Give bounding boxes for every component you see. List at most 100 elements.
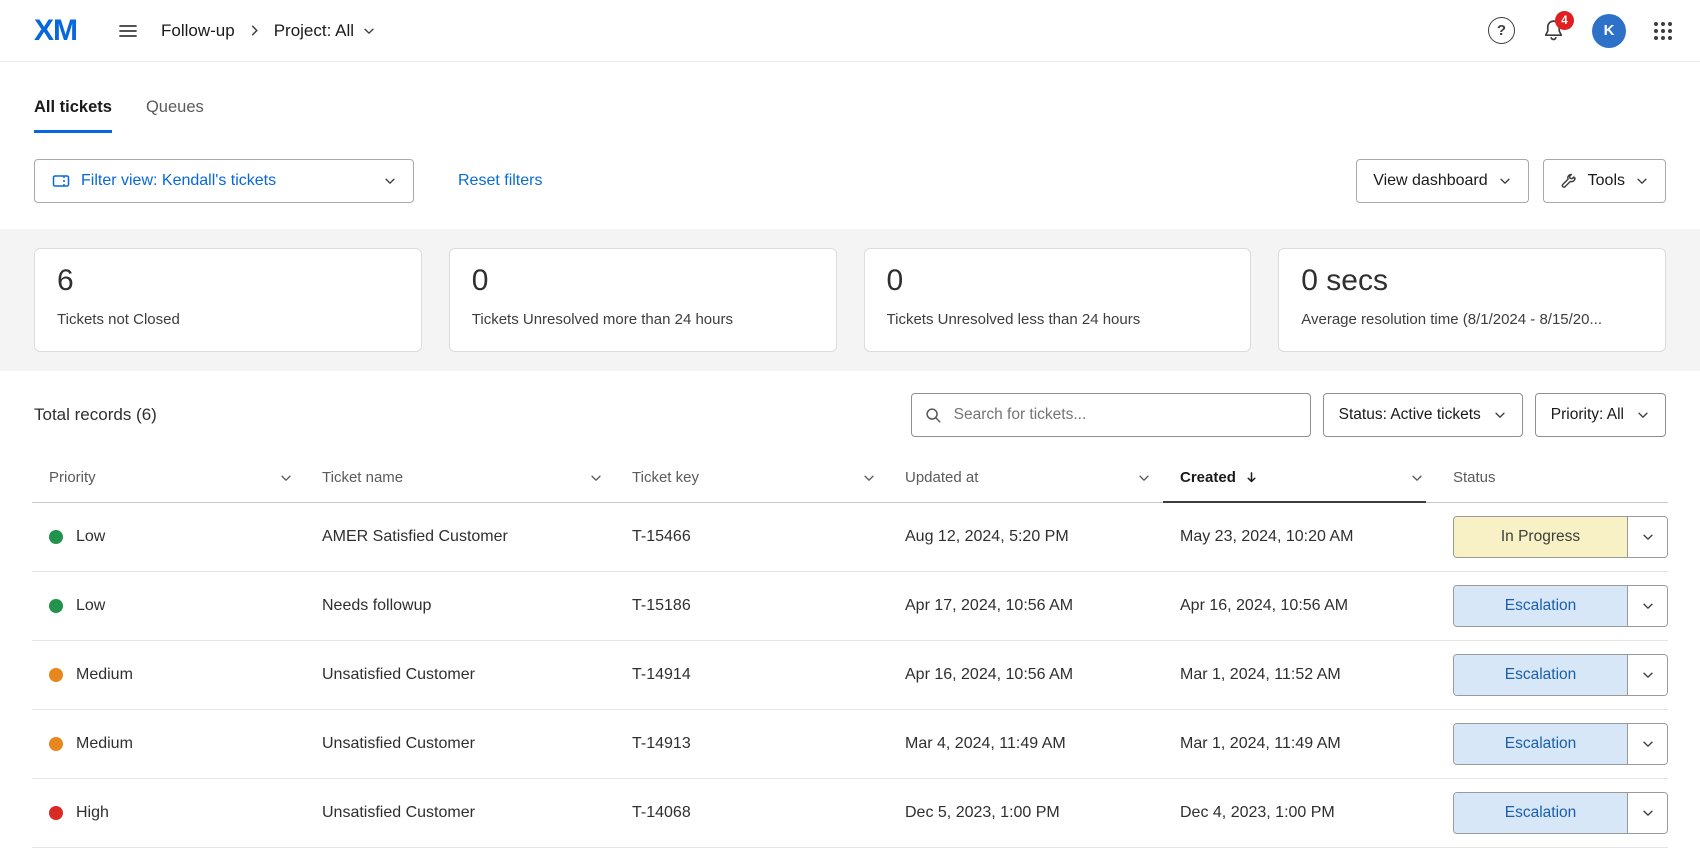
status-dropdown[interactable]: Escalation — [1453, 792, 1668, 834]
column-label: Priority — [49, 469, 96, 486]
stat-label: Tickets Unresolved more than 24 hours — [472, 311, 814, 328]
chevron-down-icon — [1636, 408, 1650, 422]
grid-icon — [1652, 20, 1674, 42]
ticket-name-cell: AMER Satisfied Customer — [305, 528, 615, 546]
updated-at-cell: Apr 16, 2024, 10:56 AM — [888, 666, 1163, 684]
notification-badge: 4 — [1555, 11, 1574, 30]
chevron-down-icon[interactable] — [1627, 793, 1667, 833]
table-row[interactable]: Medium Unsatisfied Customer T-14913 Mar … — [32, 710, 1668, 779]
column-header-priority[interactable]: Priority — [32, 453, 305, 502]
ticket-name-cell: Unsatisfied Customer — [305, 735, 615, 753]
hamburger-menu-icon[interactable] — [111, 14, 145, 48]
status-badge: Escalation — [1454, 655, 1627, 695]
ticket-key-cell: T-15466 — [615, 528, 888, 546]
created-cell: Apr 16, 2024, 10:56 AM — [1163, 597, 1436, 615]
updated-at-cell: Aug 12, 2024, 5:20 PM — [888, 528, 1163, 546]
status-badge: Escalation — [1454, 793, 1627, 833]
status-dropdown[interactable]: Escalation — [1453, 654, 1668, 696]
chevron-down-icon[interactable] — [1410, 471, 1424, 485]
table-row[interactable]: Medium Unsatisfied Customer T-14914 Apr … — [32, 641, 1668, 710]
stat-value: 0 — [472, 264, 814, 298]
help-button[interactable]: ? — [1488, 17, 1515, 44]
tab-queues[interactable]: Queues — [146, 98, 204, 133]
status-cell: Escalation — [1436, 585, 1668, 627]
notifications-button[interactable]: 4 — [1541, 18, 1566, 43]
tab-all-tickets[interactable]: All tickets — [34, 98, 112, 133]
chevron-down-icon[interactable] — [589, 471, 603, 485]
search-input[interactable] — [911, 393, 1311, 437]
chevron-down-icon[interactable] — [1627, 724, 1667, 764]
column-header-created[interactable]: Created — [1163, 453, 1436, 502]
created-cell: Mar 1, 2024, 11:52 AM — [1163, 666, 1436, 684]
stat-label: Tickets Unresolved less than 24 hours — [887, 311, 1229, 328]
ticket-key-cell: T-14068 — [615, 804, 888, 822]
column-label: Ticket name — [322, 469, 403, 486]
table-header-row: Priority Ticket name Ticket key Updated … — [32, 453, 1668, 503]
chevron-down-icon[interactable] — [1627, 655, 1667, 695]
breadcrumb-section[interactable]: Follow-up — [161, 21, 235, 41]
ticket-key-cell: T-15186 — [615, 597, 888, 615]
filter-view-label: Filter view: Kendall's tickets — [81, 172, 276, 190]
ticket-key-cell: T-14913 — [615, 735, 888, 753]
filter-view-dropdown[interactable]: Filter view: Kendall's tickets — [34, 159, 414, 203]
priority-dot — [49, 668, 63, 682]
stats-band: 6 Tickets not Closed 0 Tickets Unresolve… — [0, 229, 1700, 371]
table-row[interactable]: Low Needs followup T-15186 Apr 17, 2024,… — [32, 572, 1668, 641]
ticket-key-cell: T-14914 — [615, 666, 888, 684]
table-row[interactable]: Low AMER Satisfied Customer T-15466 Aug … — [32, 503, 1668, 572]
status-dropdown[interactable]: Escalation — [1453, 723, 1668, 765]
column-header-updated-at[interactable]: Updated at — [888, 453, 1163, 502]
status-filter-label: Status: Active tickets — [1339, 406, 1481, 424]
search-box — [911, 393, 1311, 437]
apps-grid-button[interactable] — [1652, 20, 1674, 42]
topbar-actions: ? 4 K — [1488, 14, 1674, 48]
chevron-down-icon[interactable] — [862, 471, 876, 485]
ticket-name-cell: Needs followup — [305, 597, 615, 615]
xm-logo[interactable]: XM — [34, 14, 77, 48]
ticket-name-cell: Unsatisfied Customer — [305, 804, 615, 822]
chevron-down-icon[interactable] — [279, 471, 293, 485]
chevron-down-icon[interactable] — [1137, 471, 1151, 485]
status-cell: Escalation — [1436, 723, 1668, 765]
avatar[interactable]: K — [1592, 14, 1626, 48]
updated-at-cell: Dec 5, 2023, 1:00 PM — [888, 804, 1163, 822]
status-cell: In Progress — [1436, 516, 1668, 558]
priority-cell: Medium — [32, 735, 305, 753]
status-dropdown[interactable]: Escalation — [1453, 585, 1668, 627]
chevron-down-icon[interactable] — [1627, 517, 1667, 557]
total-records-label: Total records (6) — [34, 405, 157, 425]
status-filter-dropdown[interactable]: Status: Active tickets — [1323, 393, 1523, 437]
priority-cell: High — [32, 804, 305, 822]
tab-bar: All tickets Queues — [34, 98, 1700, 133]
priority-filter-label: Priority: All — [1551, 406, 1624, 424]
project-selector[interactable]: Project: All — [274, 21, 376, 41]
priority-filter-dropdown[interactable]: Priority: All — [1535, 393, 1666, 437]
status-dropdown[interactable]: In Progress — [1453, 516, 1668, 558]
status-cell: Escalation — [1436, 654, 1668, 696]
priority-label: High — [76, 804, 109, 822]
priority-label: Medium — [76, 666, 133, 684]
status-cell: Escalation — [1436, 792, 1668, 834]
view-dashboard-button[interactable]: View dashboard — [1356, 159, 1528, 203]
priority-dot — [49, 599, 63, 613]
chevron-down-icon[interactable] — [1627, 586, 1667, 626]
priority-cell: Low — [32, 597, 305, 615]
column-header-ticket-key[interactable]: Ticket key — [615, 453, 888, 502]
column-header-ticket-name[interactable]: Ticket name — [305, 453, 615, 502]
table-row[interactable]: High Unsatisfied Customer T-14068 Dec 5,… — [32, 779, 1668, 848]
column-label: Updated at — [905, 469, 978, 486]
status-badge: In Progress — [1454, 517, 1627, 557]
column-header-status[interactable]: Status — [1436, 453, 1668, 502]
stat-value: 0 — [887, 264, 1229, 298]
priority-dot — [49, 530, 63, 544]
priority-dot — [49, 737, 63, 751]
column-label: Created — [1180, 469, 1236, 486]
created-cell: Dec 4, 2023, 1:00 PM — [1163, 804, 1436, 822]
stat-card-avg-resolution-time: 0 secs Average resolution time (8/1/2024… — [1278, 248, 1666, 352]
chevron-down-icon — [362, 24, 376, 38]
tools-button[interactable]: Tools — [1543, 159, 1666, 203]
top-bar: XM Follow-up Project: All ? 4 K — [0, 0, 1700, 62]
reset-filters-link[interactable]: Reset filters — [452, 171, 548, 191]
ticket-icon — [51, 171, 71, 191]
priority-label: Low — [76, 528, 105, 546]
